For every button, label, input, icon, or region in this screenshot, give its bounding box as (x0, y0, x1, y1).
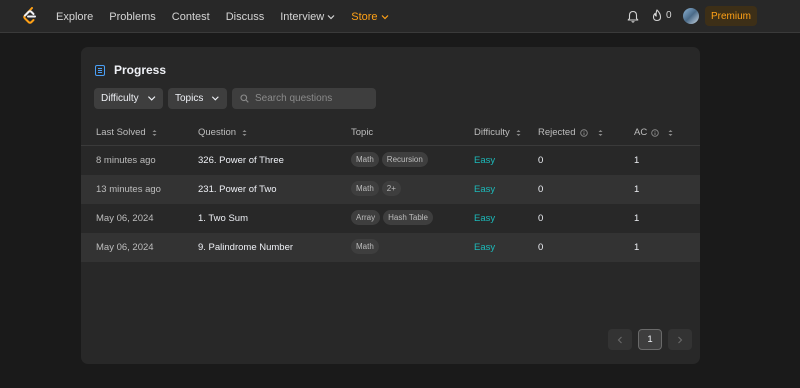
topic-tag[interactable]: Math (351, 152, 379, 167)
topic-tags: Math Recursion (351, 152, 431, 167)
chevron-down-icon (147, 96, 156, 101)
last-solved-cell: 13 minutes ago (96, 184, 161, 195)
column-last-solved[interactable]: Last Solved (96, 127, 157, 138)
nav-contest[interactable]: Contest (172, 11, 210, 23)
premium-button[interactable]: Premium (705, 6, 757, 26)
rejected-cell: 0 (538, 242, 544, 253)
topic-tags: Math (351, 239, 382, 254)
column-label: AC (634, 127, 648, 138)
topics-filter[interactable]: Topics (168, 88, 227, 109)
column-rejected[interactable]: Rejected (538, 127, 603, 138)
ac-cell: 1 (634, 184, 640, 195)
page-button[interactable]: 1 (638, 329, 662, 350)
ac-cell: 1 (634, 155, 640, 166)
last-solved-cell: May 06, 2024 (96, 213, 154, 224)
chevron-down-icon (212, 96, 220, 101)
nav-explore[interactable]: Explore (56, 11, 93, 23)
chevron-down-icon (381, 14, 388, 19)
topic-tag[interactable]: Array (351, 210, 381, 225)
topic-tag[interactable]: Math (351, 181, 379, 196)
ac-cell: 1 (634, 213, 640, 224)
last-solved-cell: May 06, 2024 (96, 242, 154, 253)
topic-tag[interactable]: Hash Table (383, 210, 434, 225)
difficulty-cell: Easy (474, 155, 496, 166)
table-row[interactable]: May 06, 2024 9. Palindrome Number Math E… (81, 233, 700, 262)
next-page-button[interactable] (668, 329, 692, 350)
question-link[interactable]: 9. Palindrome Number (198, 242, 293, 253)
search-box[interactable] (232, 88, 376, 109)
column-ac[interactable]: AC (634, 127, 673, 138)
topics-filter-label: Topics (175, 93, 204, 104)
column-label: Question (198, 127, 237, 138)
last-solved-cell: 8 minutes ago (96, 155, 156, 166)
progress-table: Last Solved Question Topic Difficulty Re… (81, 118, 700, 262)
sort-icon (598, 129, 602, 136)
progress-icon (95, 64, 105, 76)
topic-tags: Math 2+ (351, 181, 404, 196)
column-topic: Topic (351, 127, 373, 138)
top-navbar: Explore Problems Contest Discuss Intervi… (0, 0, 800, 33)
difficulty-cell: Easy (474, 213, 496, 224)
nav-interview[interactable]: Interview (280, 11, 335, 23)
main-nav: Explore Problems Contest Discuss Intervi… (56, 0, 405, 33)
sort-icon (668, 129, 673, 136)
bell-icon[interactable] (627, 10, 639, 23)
info-icon[interactable] (651, 128, 659, 137)
difficulty-cell: Easy (474, 184, 496, 195)
difficulty-filter[interactable]: Difficulty (94, 88, 163, 109)
column-label: Rejected (538, 127, 576, 138)
info-icon[interactable] (579, 128, 588, 137)
column-label: Last Solved (96, 127, 146, 138)
table-row[interactable]: May 06, 2024 1. Two Sum Array Hash Table… (81, 204, 700, 233)
chevron-down-icon (327, 14, 335, 19)
search-icon (240, 94, 249, 103)
topic-tags: Array Hash Table (351, 210, 436, 225)
rejected-cell: 0 (538, 184, 544, 195)
question-link[interactable]: 231. Power of Two (198, 184, 277, 195)
search-input[interactable] (255, 93, 365, 104)
difficulty-filter-label: Difficulty (101, 93, 139, 104)
fire-icon (652, 9, 662, 22)
sort-icon (152, 129, 157, 136)
streak-count: 0 (666, 10, 672, 21)
column-label: Difficulty (474, 127, 510, 138)
topic-tag[interactable]: Math (351, 239, 379, 254)
filter-bar: Difficulty Topics (94, 88, 376, 109)
chevron-right-icon (678, 336, 683, 343)
column-difficulty[interactable]: Difficulty (474, 127, 521, 138)
question-link[interactable]: 326. Power of Three (198, 155, 284, 166)
table-row[interactable]: 13 minutes ago 231. Power of Two Math 2+… (81, 175, 700, 204)
progress-header: Progress (95, 63, 166, 77)
ac-cell: 1 (634, 242, 640, 253)
nav-problems[interactable]: Problems (109, 11, 155, 23)
pagination: 1 (608, 329, 698, 350)
nav-store[interactable]: Store (351, 11, 388, 23)
nav-store-label: Store (351, 10, 378, 23)
chevron-left-icon (617, 336, 622, 343)
rejected-cell: 0 (538, 213, 544, 224)
progress-card: Progress Difficulty Topics Last Solved Q… (81, 47, 700, 364)
page-title: Progress (114, 63, 167, 77)
streak-counter[interactable]: 0 (652, 9, 672, 22)
rejected-cell: 0 (538, 155, 544, 166)
column-label: Topic (351, 127, 374, 138)
nav-interview-label: Interview (280, 10, 325, 23)
prev-page-button[interactable] (608, 329, 632, 350)
leetcode-logo-icon[interactable] (21, 7, 39, 25)
question-link[interactable]: 1. Two Sum (198, 213, 248, 224)
sort-icon (242, 129, 247, 136)
more-topics-tag[interactable]: 2+ (381, 181, 401, 196)
nav-discuss[interactable]: Discuss (226, 11, 265, 23)
table-header: Last Solved Question Topic Difficulty Re… (81, 118, 700, 146)
avatar[interactable] (683, 8, 699, 24)
topic-tag[interactable]: Recursion (381, 152, 428, 167)
difficulty-cell: Easy (474, 242, 496, 253)
sort-icon (516, 129, 521, 136)
column-question[interactable]: Question (198, 127, 247, 138)
table-row[interactable]: 8 minutes ago 326. Power of Three Math R… (81, 146, 700, 175)
